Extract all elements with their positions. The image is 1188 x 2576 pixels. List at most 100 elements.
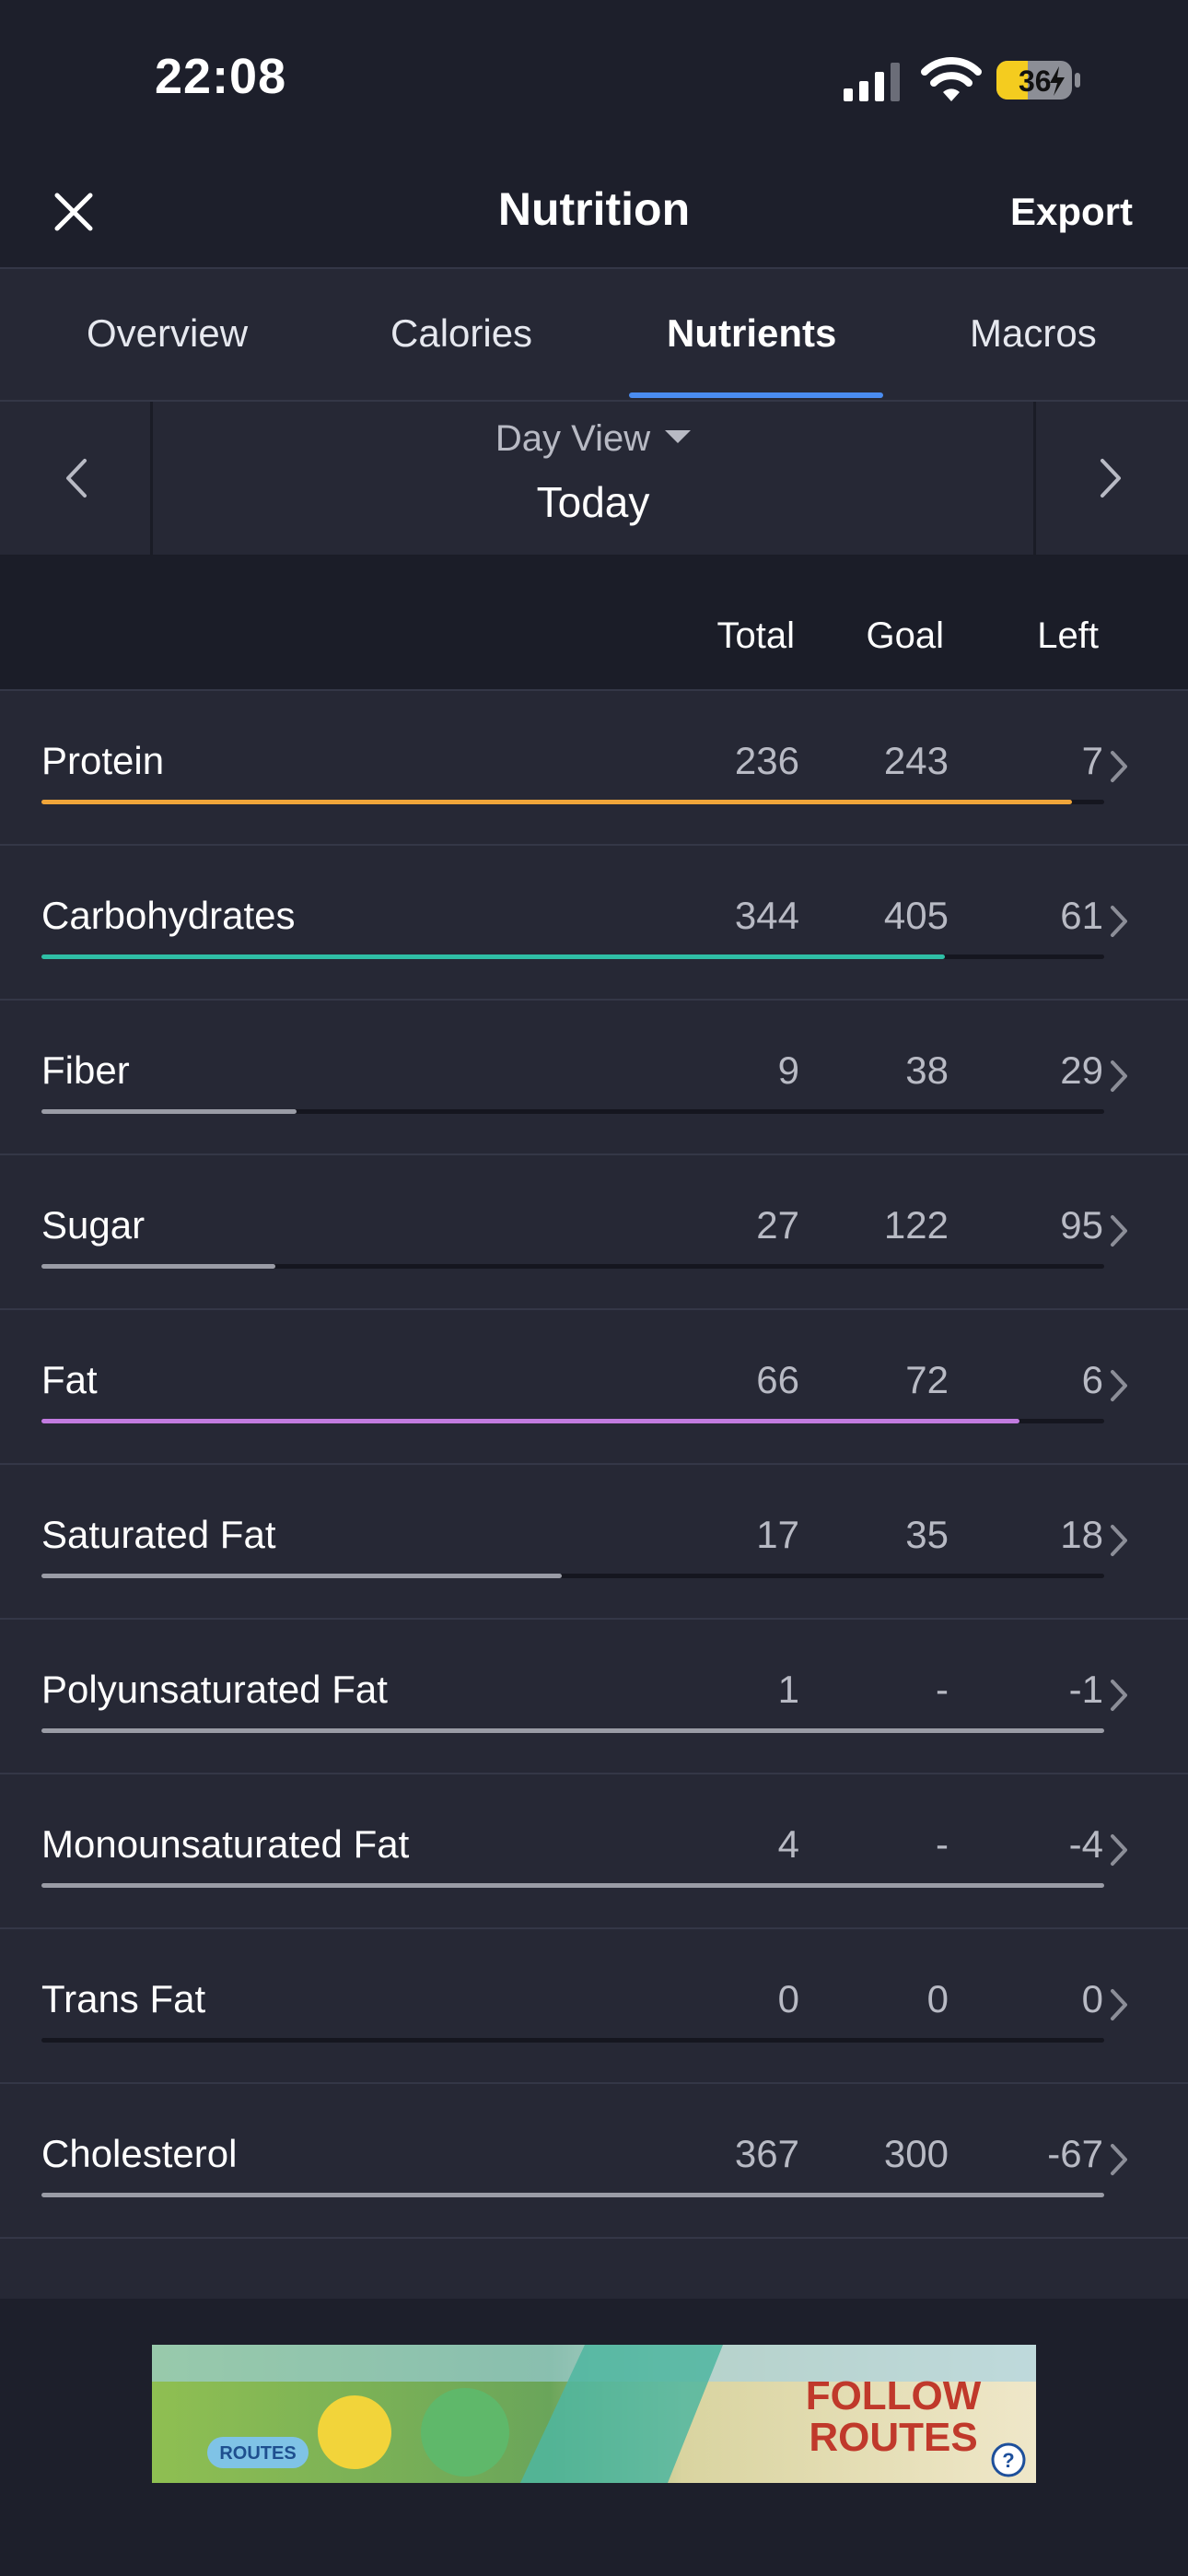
day-selector[interactable]: Day View Today: [153, 402, 1033, 555]
nutrient-left: 7: [1081, 739, 1103, 782]
nutrient-name: Cholesterol: [41, 2132, 238, 2175]
nutrient-row-cholesterol[interactable]: Cholesterol 367 300 -67: [0, 2084, 1188, 2239]
nutrient-row-sugar[interactable]: Sugar 27 122 95: [0, 1155, 1188, 1310]
day-navigator: Day View Today: [0, 402, 1188, 556]
nutrient-total: 17: [756, 1513, 799, 1556]
progress-fill: [41, 954, 945, 959]
nutrient-row-polyunsaturated-fat[interactable]: Polyunsaturated Fat 1 - -1: [0, 1620, 1188, 1774]
nutrient-goal: 243: [883, 739, 949, 782]
progress-fill: [41, 1574, 563, 1578]
nutrient-goal: 0: [926, 1977, 949, 2020]
progress-track: [41, 800, 1104, 804]
nutrient-name: Saturated Fat: [41, 1513, 276, 1556]
previous-day-button[interactable]: [0, 402, 153, 555]
nutrient-total: 1: [777, 1668, 799, 1711]
tab-bar: Overview Calories Nutrients Macros: [0, 269, 1188, 402]
nutrient-total: 4: [777, 1822, 799, 1866]
progress-fill: [41, 1419, 1019, 1423]
nutrient-row-carbohydrates[interactable]: Carbohydrates 344 405 61: [0, 846, 1188, 1001]
tab-nutrients[interactable]: Nutrients: [667, 311, 836, 356]
tab-macros[interactable]: Macros: [970, 311, 1097, 356]
column-total: Total: [716, 615, 796, 656]
progress-track: [41, 2193, 1104, 2197]
nutrient-row-protein[interactable]: Protein 236 243 7: [0, 691, 1188, 846]
status-time: 22:08: [155, 49, 287, 104]
nutrient-total: 66: [756, 1358, 799, 1401]
nutrient-row-saturated-fat[interactable]: Saturated Fat 17 35 18: [0, 1465, 1188, 1620]
nutrient-name: Protein: [41, 739, 165, 782]
progress-track: [41, 1883, 1104, 1888]
tab-calories[interactable]: Calories: [390, 311, 532, 356]
chevron-right-icon: [1101, 459, 1121, 498]
column-header: Total Goal Left: [0, 556, 1188, 691]
nutrient-total: 344: [734, 894, 799, 937]
progress-track: [41, 1109, 1104, 1114]
nutrient-list: Protein 236 243 7 Carbohydrates 344 405 …: [0, 691, 1188, 2239]
nutrient-name: Trans Fat: [41, 1977, 206, 2020]
progress-track: [41, 1574, 1104, 1578]
day-view-label: Day View: [495, 418, 651, 459]
cellular-signal-icon: [844, 63, 900, 101]
day-view-dropdown[interactable]: Day View: [153, 418, 1033, 460]
ad-banner[interactable]: ROUTES FOLLOW ROUTES ?: [152, 2345, 1036, 2483]
nutrient-left: -4: [1068, 1822, 1103, 1866]
ad-area: ROUTES FOLLOW ROUTES ?: [0, 2299, 1188, 2576]
progress-track: [41, 1419, 1104, 1423]
progress-track: [41, 1264, 1104, 1269]
nutrient-left: 6: [1081, 1358, 1103, 1401]
chevron-right-icon: [1111, 1834, 1127, 1866]
ad-headline-2: ROUTES: [809, 2415, 977, 2460]
wifi-icon: [921, 57, 982, 101]
nutrient-goal: 38: [905, 1048, 949, 1092]
nutrient-total: 236: [734, 739, 799, 782]
nutrient-total: 367: [734, 2132, 799, 2175]
nutrient-left: 18: [1060, 1513, 1103, 1556]
nutrient-goal: 72: [905, 1358, 949, 1401]
status-bar: 22:08 36: [0, 0, 1188, 157]
nutrient-total: 27: [756, 1203, 799, 1247]
chevron-right-icon: [1111, 2144, 1127, 2175]
current-date-label: Today: [536, 478, 650, 526]
nutrient-name: Monounsaturated Fat: [41, 1822, 410, 1866]
progress-track: [41, 954, 1104, 959]
progress-track: [41, 1728, 1104, 1733]
nutrient-row-monounsaturated-fat[interactable]: Monounsaturated Fat 4 - -4: [0, 1774, 1188, 1929]
nutrient-left: -1: [1068, 1668, 1103, 1711]
export-button[interactable]: Export: [1010, 190, 1133, 234]
nutrient-name: Fiber: [41, 1048, 130, 1092]
nutrient-name: Polyunsaturated Fat: [41, 1668, 388, 1711]
chevron-right-icon: [1111, 1370, 1127, 1401]
chevron-right-icon: [1111, 1215, 1127, 1247]
chevron-right-icon: [1111, 906, 1127, 937]
nutrient-row-fiber[interactable]: Fiber 9 38 29: [0, 1001, 1188, 1155]
battery-level: 36: [1019, 64, 1052, 98]
nutrient-goal: -: [936, 1668, 949, 1711]
nutrient-name: Fat: [41, 1358, 98, 1401]
progress-fill: [41, 1883, 1104, 1888]
nutrient-goal: -: [936, 1822, 949, 1866]
nutrient-left: -67: [1047, 2132, 1103, 2175]
next-day-button[interactable]: [1033, 402, 1188, 555]
nutrient-name: Carbohydrates: [41, 894, 296, 937]
nutrient-left: 95: [1060, 1203, 1103, 1247]
chevron-right-icon: [1111, 1989, 1127, 2020]
help-icon[interactable]: ?: [991, 2442, 1026, 2477]
chevron-right-icon: [1111, 1680, 1127, 1711]
ad-brand-text: ROUTES: [219, 2443, 296, 2464]
nutrient-goal: 300: [883, 2132, 949, 2175]
nutrient-left: 29: [1060, 1048, 1103, 1092]
nutrient-goal: 35: [905, 1513, 949, 1556]
nutrient-goal: 122: [883, 1203, 949, 1247]
progress-fill: [41, 1264, 275, 1269]
progress-fill: [41, 2193, 1104, 2197]
nutrient-row-trans-fat[interactable]: Trans Fat 0 0 0: [0, 1929, 1188, 2084]
svg-text:?: ?: [1002, 2449, 1014, 2472]
tab-overview[interactable]: Overview: [87, 311, 248, 356]
nutrient-total: 0: [777, 1977, 799, 2020]
caret-down-icon: [665, 430, 692, 444]
battery-icon: 36: [996, 61, 1080, 100]
chevron-right-icon: [1111, 1525, 1127, 1556]
close-icon[interactable]: [46, 184, 101, 240]
nutrient-left: 0: [1081, 1977, 1103, 2020]
nutrient-row-fat[interactable]: Fat 66 72 6: [0, 1310, 1188, 1465]
